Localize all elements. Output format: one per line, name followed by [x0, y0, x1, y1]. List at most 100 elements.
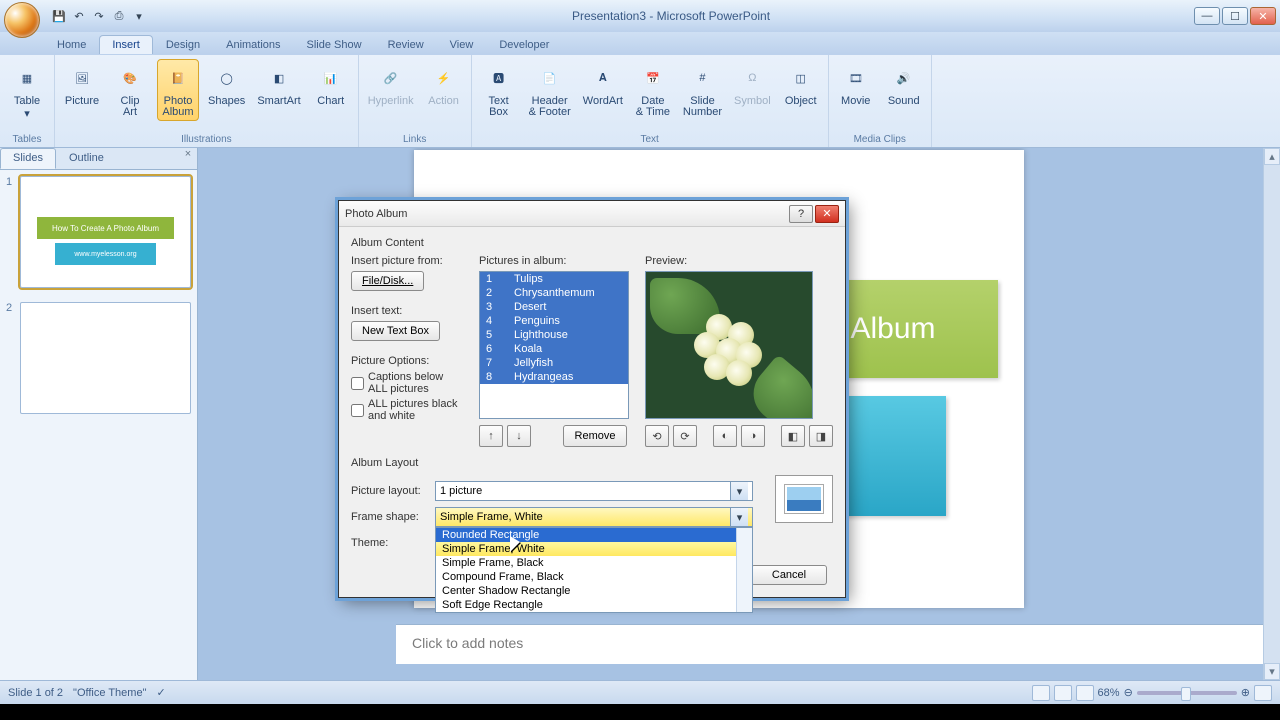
maximize-button[interactable]: ☐ [1222, 7, 1248, 25]
notes-pane[interactable]: Click to add notes [396, 624, 1263, 664]
slide-thumb-2[interactable] [20, 302, 191, 414]
theme-label: Theme: [351, 537, 427, 549]
zoom-slider[interactable] [1137, 691, 1237, 695]
minimize-button[interactable]: — [1194, 7, 1220, 25]
tab-slideshow[interactable]: Slide Show [294, 35, 375, 54]
normal-view-button[interactable] [1032, 685, 1050, 701]
ribbon-tabs: Home Insert Design Animations Slide Show… [0, 32, 1280, 54]
tab-view[interactable]: View [437, 35, 487, 54]
preview-label: Preview: [645, 255, 833, 267]
move-down-button[interactable]: ↓ [507, 425, 531, 447]
datetime-button[interactable]: 📅Date & Time [632, 59, 674, 121]
photoalbum-button[interactable]: 📔Photo Album [157, 59, 199, 121]
dropdown-option[interactable]: Center Shadow Rectangle [436, 584, 752, 598]
dropdown-option[interactable]: Simple Frame, Black [436, 556, 752, 570]
frame-shape-dropdown[interactable]: Rounded RectangleSimple Frame, WhiteSimp… [435, 527, 753, 613]
smartart-button[interactable]: ◧SmartArt [254, 59, 303, 110]
tab-design[interactable]: Design [153, 35, 213, 54]
qat-more-icon[interactable]: ▾ [130, 7, 148, 25]
chevron-down-icon[interactable]: ▾ [730, 482, 748, 500]
print-icon[interactable]: ⎙ [110, 7, 128, 25]
thumb1-text1: How To Create A Photo Album [37, 217, 174, 239]
dialog-close-button[interactable]: ✕ [815, 205, 839, 223]
slidenumber-icon: # [686, 62, 718, 94]
dropdown-option[interactable]: Compound Frame, Black [436, 570, 752, 584]
list-item[interactable]: 3Desert [480, 300, 628, 314]
file-disk-button[interactable]: File/Disk... [351, 271, 424, 291]
sorter-view-button[interactable] [1054, 685, 1072, 701]
list-item[interactable]: 8Hydrangeas [480, 370, 628, 384]
zoom-out-button[interactable]: ⊖ [1124, 686, 1133, 699]
captions-checkbox[interactable]: Captions below ALL pictures [351, 371, 463, 395]
tab-review[interactable]: Review [375, 35, 437, 54]
move-up-button[interactable]: ↑ [479, 425, 503, 447]
bw-checkbox[interactable]: ALL pictures black and white [351, 398, 463, 422]
scroll-up-icon[interactable]: ▴ [1264, 148, 1280, 165]
action-icon: ⚡ [428, 62, 460, 94]
list-item[interactable]: 1Tulips [480, 272, 628, 286]
group-links-label: Links [365, 132, 465, 145]
symbol-button[interactable]: ΩSymbol [731, 59, 774, 110]
slides-tab[interactable]: Slides [0, 148, 56, 169]
zoom-in-button[interactable]: ⊕ [1241, 686, 1250, 699]
textbox-button[interactable]: 🅰Text Box [478, 59, 520, 121]
fit-window-button[interactable] [1254, 685, 1272, 701]
object-button[interactable]: ◫Object [780, 59, 822, 110]
list-item[interactable]: 2Chrysanthemum [480, 286, 628, 300]
scroll-down-icon[interactable]: ▾ [1264, 663, 1280, 680]
wordart-button[interactable]: 𝐀WordArt [580, 59, 626, 110]
action-button[interactable]: ⚡Action [423, 59, 465, 110]
tab-developer[interactable]: Developer [486, 35, 562, 54]
rotate-right-button[interactable]: ⟳ [673, 425, 697, 447]
headerfooter-button[interactable]: 📄Header & Footer [526, 59, 574, 121]
hyperlink-button[interactable]: 🔗Hyperlink [365, 59, 417, 110]
spellcheck-icon[interactable]: ✓ [156, 686, 165, 699]
chevron-down-icon[interactable]: ▾ [730, 508, 748, 526]
slide-thumb-1[interactable]: How To Create A Photo Album www.myelesso… [20, 176, 191, 288]
close-button[interactable]: ✕ [1250, 7, 1276, 25]
frame-shape-combo[interactable]: Simple Frame, White ▾ Rounded RectangleS… [435, 507, 753, 527]
panel-close-icon[interactable]: × [179, 148, 197, 169]
movie-button[interactable]: 🎞Movie [835, 59, 877, 110]
dropdown-option[interactable]: Soft Edge Rectangle [436, 598, 752, 612]
picture-layout-combo[interactable]: 1 picture ▾ [435, 481, 753, 501]
group-media-label: Media Clips [835, 132, 925, 145]
slidenumber-button[interactable]: #Slide Number [680, 59, 725, 121]
rotate-left-button[interactable]: ⟲ [645, 425, 669, 447]
pictures-listbox[interactable]: 1Tulips2Chrysanthemum3Desert4Penguins5Li… [479, 271, 629, 419]
office-button[interactable] [4, 2, 40, 38]
list-item[interactable]: 5Lighthouse [480, 328, 628, 342]
picture-button[interactable]: 🖼Picture [61, 59, 103, 110]
thumb-number: 1 [6, 176, 16, 288]
clipart-button[interactable]: 🎨Clip Art [109, 59, 151, 121]
outline-tab[interactable]: Outline [56, 148, 117, 169]
tab-insert[interactable]: Insert [99, 35, 153, 54]
vertical-scrollbar[interactable]: ▴ ▾ [1263, 148, 1280, 680]
window-title: Presentation3 - Microsoft PowerPoint [148, 9, 1194, 23]
movie-icon: 🎞 [840, 62, 872, 94]
slideshow-view-button[interactable] [1076, 685, 1094, 701]
dropdown-option[interactable]: Simple Frame, White [436, 542, 752, 556]
table-button[interactable]: ▦Table▾ [6, 59, 48, 123]
contrast-down-button[interactable]: ◨ [809, 425, 833, 447]
tab-home[interactable]: Home [44, 35, 99, 54]
save-icon[interactable]: 💾 [50, 7, 68, 25]
new-textbox-button[interactable]: New Text Box [351, 321, 440, 341]
dropdown-option[interactable]: Rounded Rectangle [436, 528, 752, 542]
list-item[interactable]: 6Koala [480, 342, 628, 356]
contrast-up-button[interactable]: ◧ [781, 425, 805, 447]
list-item[interactable]: 7Jellyfish [480, 356, 628, 370]
tab-animations[interactable]: Animations [213, 35, 293, 54]
brightness-up-button[interactable]: ◐ [713, 425, 737, 447]
remove-button[interactable]: Remove [563, 425, 627, 447]
cancel-button[interactable]: Cancel [751, 565, 827, 585]
shapes-button[interactable]: ◯Shapes [205, 59, 248, 110]
frame-shape-value: Simple Frame, White [440, 511, 543, 523]
brightness-down-button[interactable]: ◑ [741, 425, 765, 447]
undo-icon[interactable]: ↶ [70, 7, 88, 25]
sound-button[interactable]: 🔊Sound [883, 59, 925, 110]
chart-button[interactable]: 📊Chart [310, 59, 352, 110]
dialog-help-button[interactable]: ? [789, 205, 813, 223]
list-item[interactable]: 4Penguins [480, 314, 628, 328]
redo-icon[interactable]: ↷ [90, 7, 108, 25]
